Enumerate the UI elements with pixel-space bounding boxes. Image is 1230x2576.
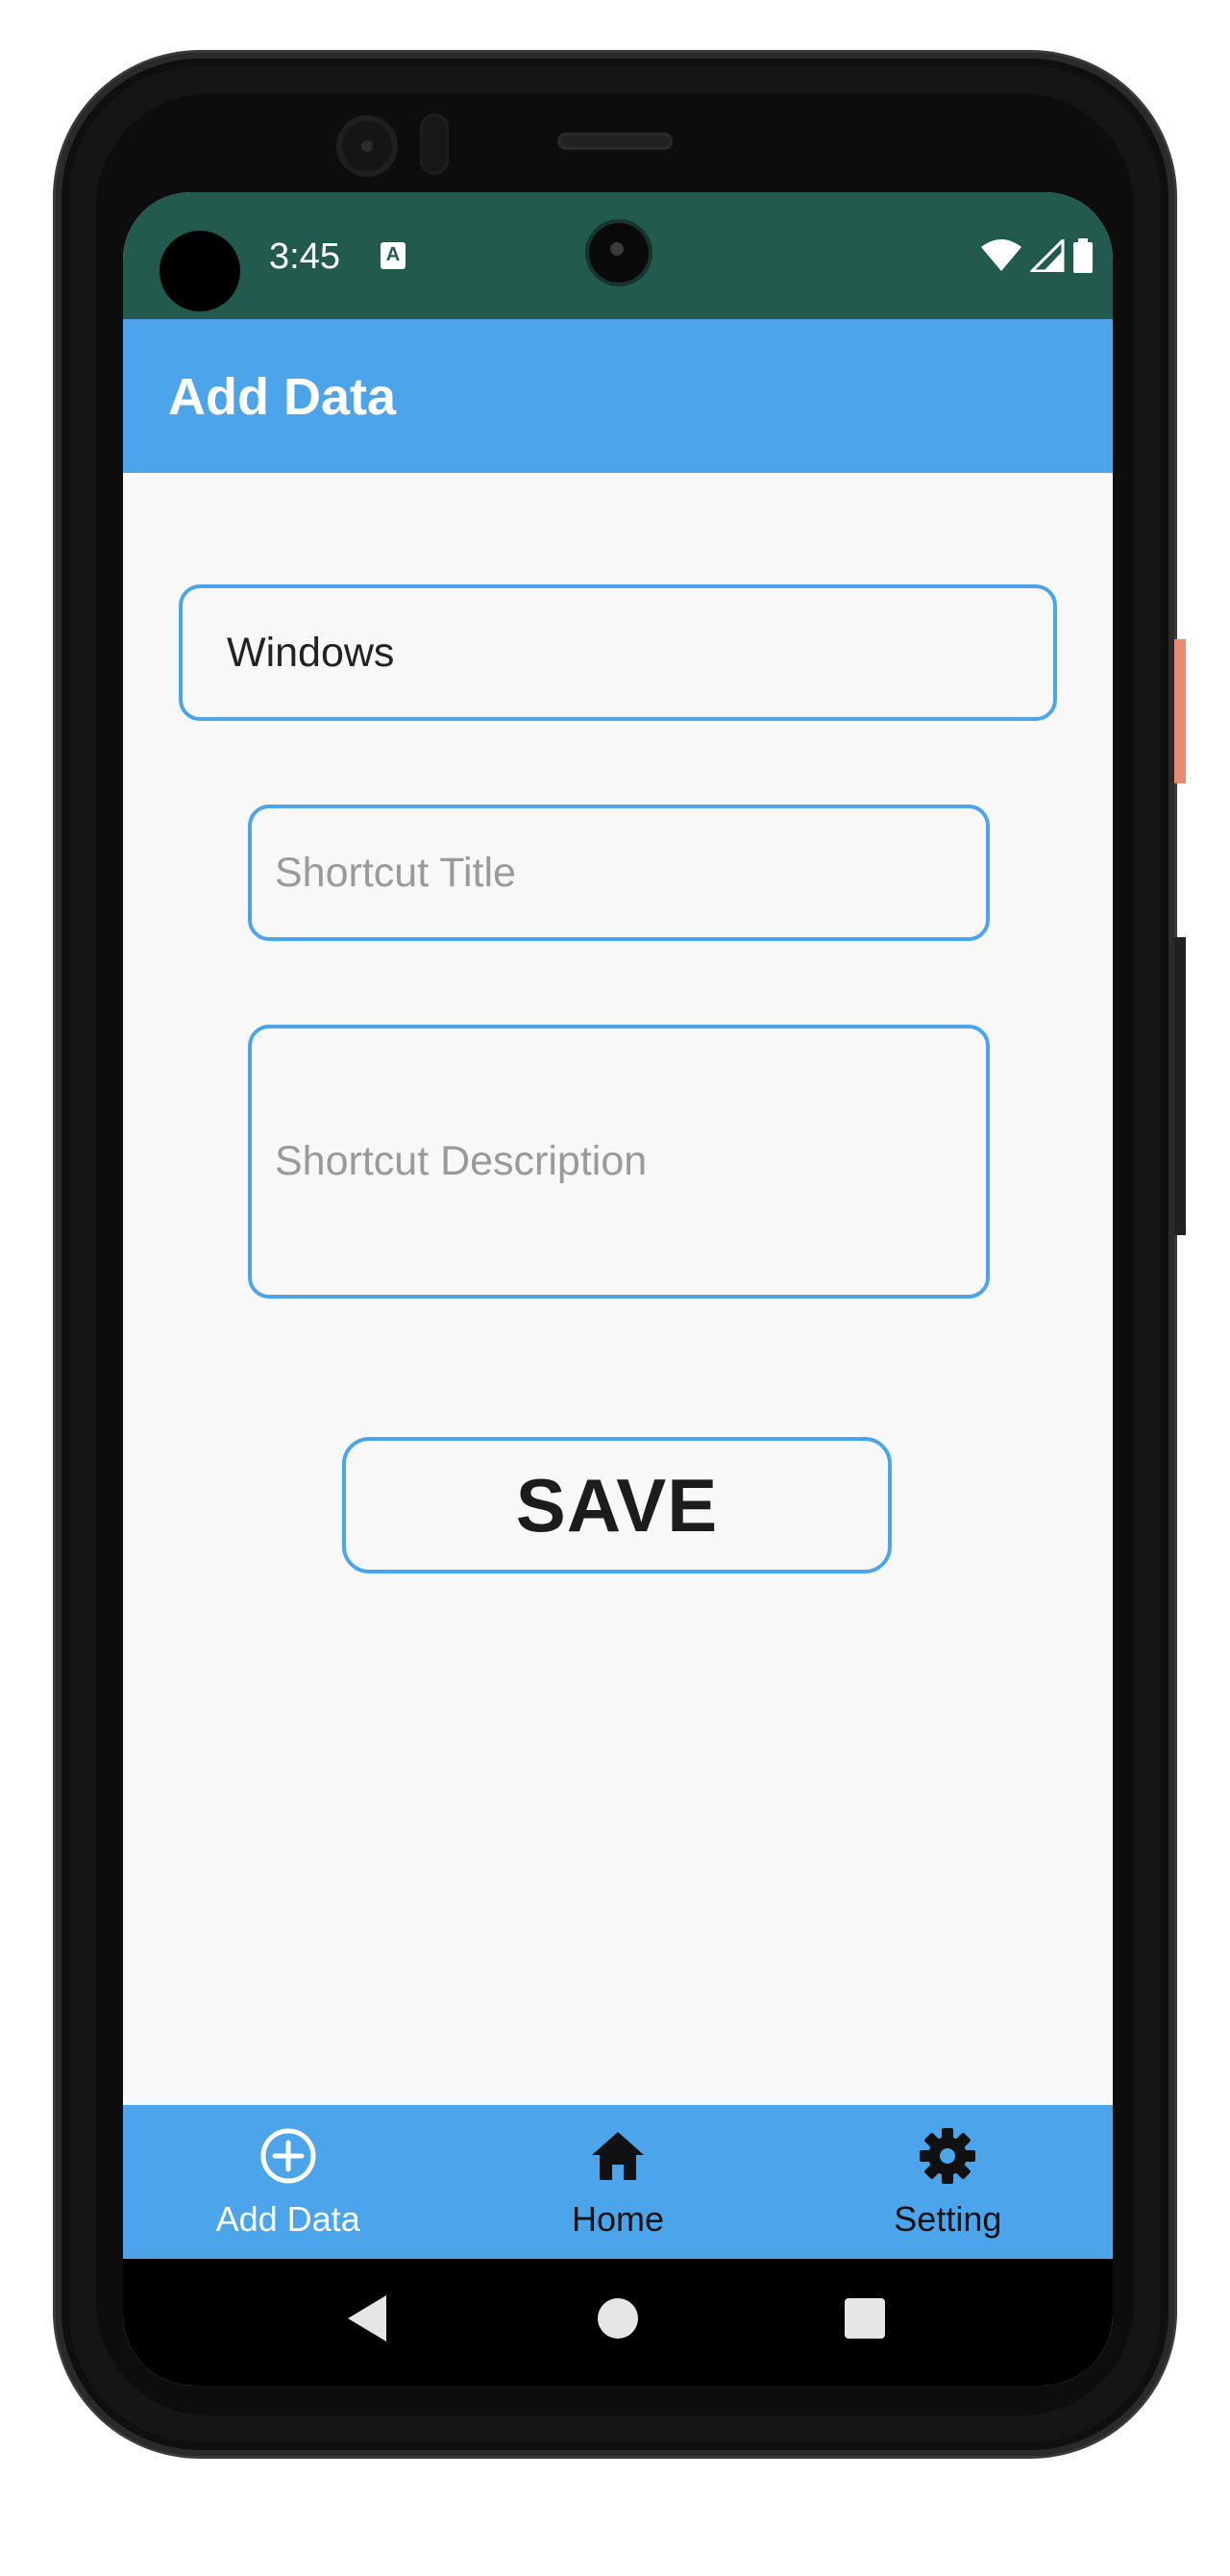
nav-label-add-data: Add Data xyxy=(215,2199,360,2239)
nav-item-setting[interactable]: Setting xyxy=(783,2105,1113,2259)
power-button xyxy=(1174,639,1186,783)
status-bar: 3:45 A xyxy=(123,192,1113,319)
nav-item-home[interactable]: Home xyxy=(453,2105,782,2259)
save-button[interactable]: SAVE xyxy=(342,1437,892,1573)
category-field-value: Windows xyxy=(227,629,395,676)
keyboard-notification-icon: A xyxy=(381,242,406,269)
gear-icon xyxy=(920,2128,976,2184)
category-field[interactable]: Windows xyxy=(179,584,1057,721)
proximity-sensor xyxy=(420,113,449,175)
page-title: Add Data xyxy=(168,368,397,426)
wifi-icon xyxy=(981,239,1021,271)
home-icon xyxy=(591,2132,644,2180)
shortcut-title-input[interactable]: Shortcut Title xyxy=(248,805,990,941)
nav-item-add-data[interactable]: Add Data xyxy=(123,2105,453,2259)
camera-cutout xyxy=(160,231,240,311)
earpiece-camera xyxy=(336,115,398,177)
earpiece-speaker xyxy=(557,133,673,150)
nav-label-home: Home xyxy=(571,2199,664,2239)
volume-button xyxy=(1174,937,1186,1235)
battery-icon xyxy=(1073,238,1093,273)
shortcut-description-placeholder: Shortcut Description xyxy=(275,1138,648,1184)
cellular-signal-icon xyxy=(1030,239,1065,272)
nav-label-setting: Setting xyxy=(894,2199,1002,2239)
status-time: 3:45 xyxy=(269,236,340,277)
shortcut-description-input[interactable]: Shortcut Description xyxy=(248,1025,990,1299)
home-circle-icon[interactable] xyxy=(596,2293,640,2343)
bottom-navigation: Add Data Home Setting xyxy=(123,2105,1113,2259)
app-bar: Add Data xyxy=(123,319,1113,473)
back-icon[interactable] xyxy=(346,2293,388,2343)
add-circle-icon xyxy=(260,2128,316,2184)
device-screen: 3:45 A Add Data Windows Shortcut Title S… xyxy=(123,192,1113,2386)
status-icons xyxy=(980,238,1094,273)
recents-icon[interactable] xyxy=(843,2293,887,2343)
system-navigation-bar xyxy=(123,2259,1113,2386)
shortcut-title-placeholder: Shortcut Title xyxy=(275,849,516,896)
front-camera xyxy=(589,223,649,283)
